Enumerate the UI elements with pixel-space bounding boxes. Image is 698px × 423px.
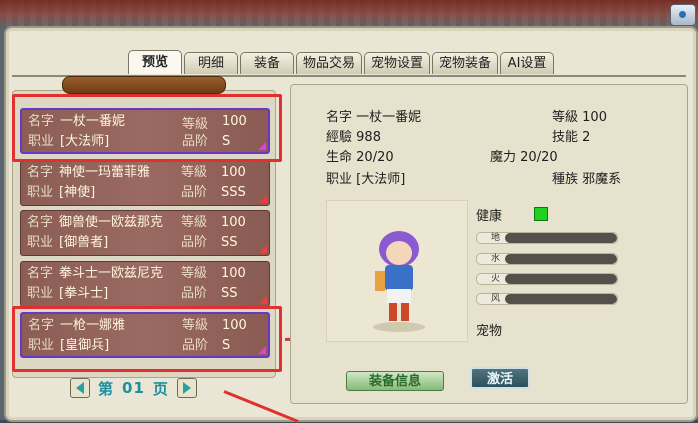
mp-label: 魔力: [490, 150, 517, 165]
page-prefix: 第: [98, 379, 115, 398]
exp-label: 經驗: [326, 130, 353, 145]
character-sprite-icon: [373, 231, 425, 332]
highlight-box: [12, 306, 282, 372]
next-page-button[interactable]: [176, 378, 197, 398]
element-label: 风: [491, 294, 501, 304]
orb-icon: [679, 11, 686, 18]
detail-race: 種族 邪魔系: [552, 170, 621, 190]
character-card[interactable]: 名字 拳斗士一欧兹尼克 等級 100 职业 [拳斗士] 品阶 SS: [20, 261, 270, 307]
pet-label: 宠物: [476, 324, 503, 339]
detail-race-value: 邪魔系: [582, 172, 622, 187]
job-label: 职业: [326, 172, 353, 187]
element-label: 地: [491, 233, 501, 243]
detail-level-value: 100: [582, 110, 607, 125]
activate-button[interactable]: 激活: [470, 367, 530, 389]
rank-label: 品阶: [181, 235, 208, 250]
equipment-info-button[interactable]: 装备信息: [346, 371, 444, 391]
tab-trade[interactable]: 物品交易: [296, 52, 363, 74]
element-label: 水: [491, 254, 501, 264]
character-card[interactable]: 名字 御兽使一欧兹那克 等級 100 职业 [御兽者] 品阶 SS: [20, 210, 270, 256]
level-label: 等級: [181, 266, 208, 281]
rank-corner-icon: [259, 245, 267, 253]
rank-label: 品阶: [181, 185, 208, 200]
tab-preview[interactable]: 预览: [128, 50, 182, 74]
detail-name: 名字 一杖一番妮: [326, 108, 421, 128]
skill-label: 技能: [552, 130, 579, 145]
detail-mp: 魔力 20/20: [490, 148, 558, 168]
rank-label: 品阶: [181, 286, 208, 301]
window-control-button[interactable]: [670, 4, 696, 26]
tab-bar: 预览 明细 装备 物品交易 宠物设置 宠物装备 AI设置: [128, 50, 555, 76]
rank-corner-icon: [259, 195, 267, 203]
element-bar-earth: 地: [476, 232, 618, 244]
pagination: 第 01 页: [70, 377, 197, 399]
highlight-box: [12, 94, 282, 162]
detail-exp: 經驗 988: [326, 128, 381, 148]
detail-hp-value: 20/20: [356, 150, 394, 165]
element-bar-wind: 风: [476, 293, 618, 305]
tab-detail[interactable]: 明细: [184, 52, 238, 74]
job-label: 职业: [27, 286, 54, 301]
detail-exp-value: 988: [356, 130, 381, 145]
arrow-left-icon: [76, 382, 84, 394]
character-level: 100: [221, 266, 246, 281]
element-bar-fire: 火: [476, 273, 618, 285]
hp-label: 生命: [326, 150, 353, 165]
character-rank: SS: [221, 235, 238, 250]
name-label: 名字: [27, 165, 54, 180]
tab-equipment[interactable]: 装备: [240, 52, 294, 74]
detail-name-value: 一杖一番妮: [356, 110, 422, 125]
race-label: 種族: [552, 172, 579, 187]
character-level: 100: [221, 215, 246, 230]
detail-job-value: [大法师]: [356, 172, 406, 187]
detail-level: 等級 100: [552, 108, 607, 128]
job-label: 职业: [27, 235, 54, 250]
character-name: 御兽使一欧兹那克: [59, 215, 164, 230]
character-rank: SSS: [221, 185, 246, 200]
tab-pet-settings[interactable]: 宠物设置: [364, 52, 431, 74]
character-name: 拳斗士一欧兹尼克: [59, 266, 164, 281]
detail-mp-value: 20/20: [520, 150, 558, 165]
name-label: 名字: [326, 110, 353, 125]
tab-ai-settings[interactable]: AI设置: [500, 52, 555, 74]
level-label: 等級: [181, 165, 208, 180]
health-label: 健康: [476, 209, 503, 224]
element-fill: [505, 233, 617, 243]
page-suffix: 页: [152, 379, 169, 398]
level-label: 等級: [552, 110, 579, 125]
page-number: 01: [122, 379, 145, 397]
detail-job: 职业 [大法师]: [326, 170, 405, 190]
character-level: 100: [221, 165, 246, 180]
character-rank: SS: [221, 286, 238, 301]
tab-pet-equipment[interactable]: 宠物装备: [432, 52, 499, 74]
character-preview: [326, 200, 468, 342]
element-fill: [505, 294, 617, 304]
list-header-bar: [62, 76, 226, 94]
name-label: 名字: [27, 266, 54, 281]
prev-page-button[interactable]: [70, 378, 90, 398]
detail-hp: 生命 20/20: [326, 148, 394, 168]
element-fill: [505, 274, 617, 284]
element-bar-water: 水: [476, 253, 618, 265]
health-indicator: [534, 207, 548, 221]
element-label: 火: [491, 274, 501, 284]
arrow-right-icon: [182, 382, 191, 394]
rank-corner-icon: [259, 296, 267, 304]
job-label: 职业: [27, 185, 54, 200]
character-card[interactable]: 名字 神使一玛蕾菲雅 等級 100 职业 [神使] 品阶 SSS: [20, 160, 270, 206]
detail-skill-value: 2: [582, 130, 591, 145]
element-fill: [505, 254, 617, 264]
character-job: [拳斗士]: [59, 286, 109, 301]
character-name: 神使一玛蕾菲雅: [59, 165, 151, 180]
character-job: [神使]: [59, 185, 96, 200]
character-job: [御兽者]: [59, 235, 109, 250]
level-label: 等級: [181, 215, 208, 230]
name-label: 名字: [27, 215, 54, 230]
detail-skill: 技能 2: [552, 128, 590, 148]
